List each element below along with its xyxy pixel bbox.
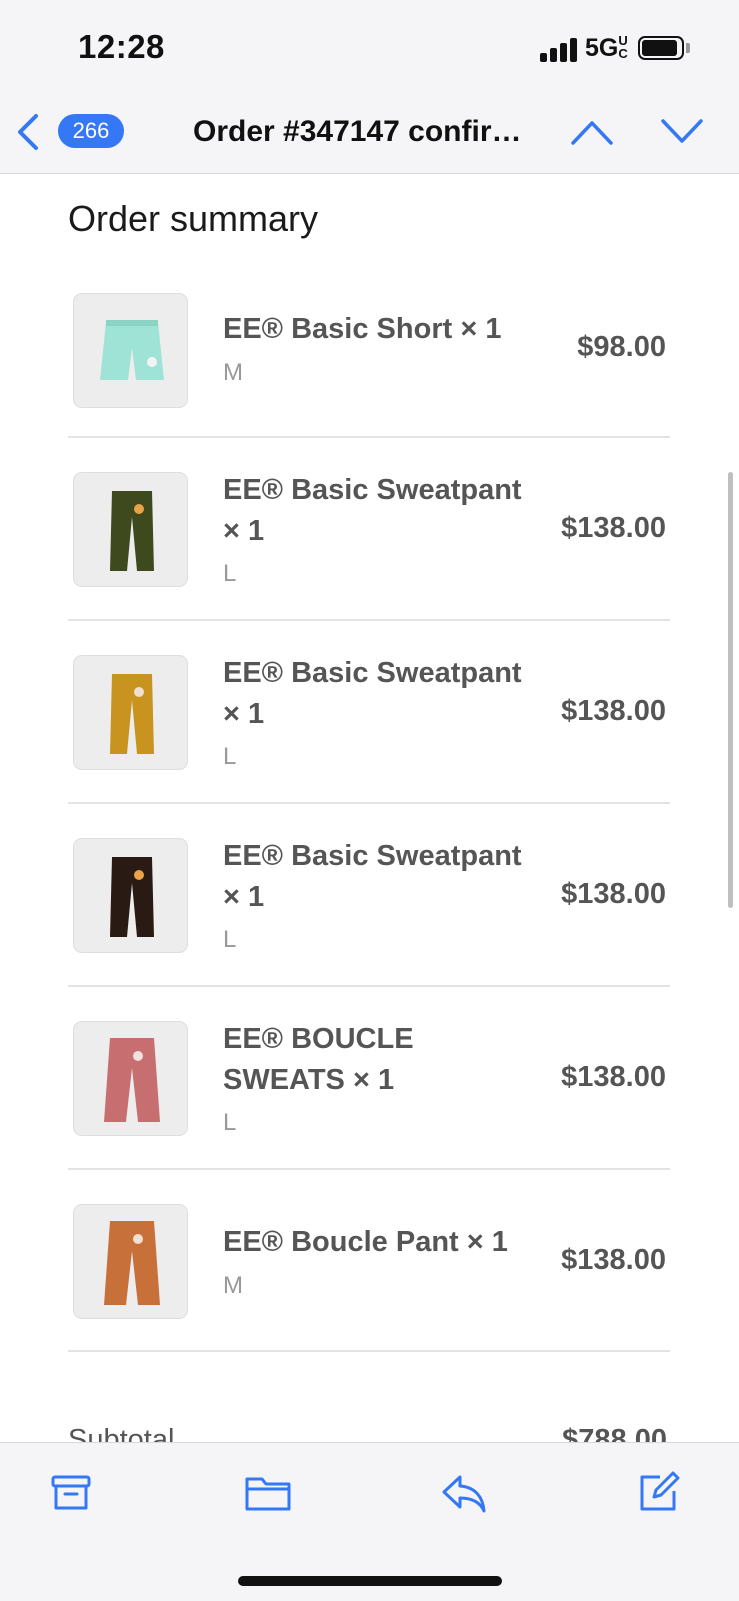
item-name: EE® Boucle Pant × 1 — [223, 1226, 508, 1258]
product-thumbnail[interactable] — [73, 293, 188, 408]
subtotal-label: Subtotal — [68, 1424, 175, 1442]
battery-icon — [638, 36, 684, 60]
message-subject-title: Order #347147 confir… — [193, 115, 522, 148]
order-item: EE® Basic Sweatpant × 1 L $138.00 — [68, 472, 670, 592]
item-price: $138.00 — [561, 878, 666, 910]
order-item: EE® Boucle Pant × 1 M $138.00 — [68, 1204, 670, 1324]
item-size: L — [223, 926, 237, 953]
scrollbar[interactable] — [728, 472, 733, 908]
item-name: EE® Basic Short × 1 — [223, 313, 502, 345]
item-name: EE® Basic Sweatpant × 1 — [223, 657, 522, 730]
email-body[interactable]: Order summary EE® Basic Short × 1 M $98.… — [0, 174, 739, 1442]
item-price: $98.00 — [577, 331, 666, 363]
item-name: EE® BOUCLE SWEATS × 1 — [223, 1023, 414, 1096]
boucle-sweats-image — [104, 1038, 160, 1122]
cellular-signal-icon — [540, 38, 578, 62]
compose-icon[interactable] — [636, 1471, 680, 1515]
reply-icon[interactable] — [440, 1471, 488, 1515]
back-chevron-icon[interactable] — [14, 112, 44, 152]
item-size: L — [223, 560, 237, 587]
order-item: EE® Basic Sweatpant × 1 L $138.00 — [68, 655, 670, 775]
item-size: M — [223, 359, 243, 386]
sweatpant-image — [110, 491, 154, 571]
item-name: EE® Basic Sweatpant × 1 — [223, 840, 522, 913]
item-size: L — [223, 743, 237, 770]
archive-icon[interactable] — [49, 1471, 93, 1515]
item-price: $138.00 — [561, 695, 666, 727]
previous-message-chevron-up-icon[interactable] — [570, 117, 614, 147]
divider — [68, 802, 670, 804]
network-type: 5GUC — [585, 33, 628, 62]
order-item: EE® Basic Sweatpant × 1 L $138.00 — [68, 838, 670, 958]
item-size: M — [223, 1272, 243, 1299]
product-thumbnail[interactable] — [73, 1204, 188, 1319]
item-price: $138.00 — [561, 1061, 666, 1093]
home-indicator[interactable] — [238, 1576, 502, 1586]
item-price: $138.00 — [561, 1244, 666, 1276]
divider — [68, 1168, 670, 1170]
subtotal-value: $788.00 — [562, 1424, 667, 1442]
next-message-chevron-down-icon[interactable] — [660, 117, 704, 147]
item-price: $138.00 — [561, 512, 666, 544]
order-item: EE® BOUCLE SWEATS × 1 L $138.00 — [68, 1021, 670, 1141]
product-thumbnail[interactable] — [73, 838, 188, 953]
status-bar: 12:28 5GUC — [0, 0, 739, 95]
status-time: 12:28 — [78, 28, 165, 65]
divider — [68, 1350, 670, 1352]
mail-nav-bar: 266 Order #347147 confir… — [0, 95, 739, 174]
divider — [68, 436, 670, 438]
item-name: EE® Basic Sweatpant × 1 — [223, 474, 522, 547]
product-thumbnail[interactable] — [73, 472, 188, 587]
product-thumbnail[interactable] — [73, 1021, 188, 1136]
order-item: EE® Basic Short × 1 M $98.00 — [68, 291, 670, 436]
sweatpant-image — [110, 857, 154, 937]
shorts-image — [100, 320, 164, 380]
divider — [68, 985, 670, 987]
battery-cap — [686, 43, 690, 53]
product-thumbnail[interactable] — [73, 655, 188, 770]
folder-icon[interactable] — [243, 1471, 293, 1515]
unread-count-badge[interactable]: 266 — [58, 114, 124, 148]
item-size: L — [223, 1109, 237, 1136]
sweatpant-image — [110, 674, 154, 754]
order-summary-heading: Order summary — [68, 198, 319, 239]
boucle-pant-image — [104, 1221, 160, 1305]
divider — [68, 619, 670, 621]
